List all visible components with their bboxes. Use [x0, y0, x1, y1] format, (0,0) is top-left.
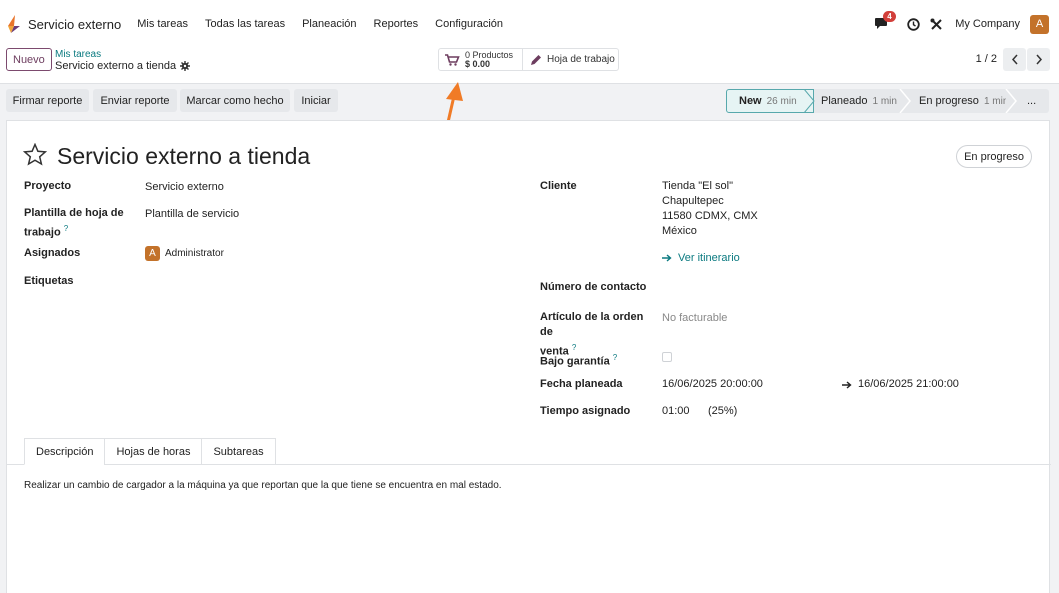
arrow-right-icon — [662, 254, 672, 262]
app-name[interactable]: Servicio externo — [28, 17, 121, 32]
state-badge[interactable]: En progreso — [956, 145, 1032, 168]
planned-date-label: Fecha planeada — [540, 378, 623, 390]
assignee-name: Administrator — [165, 248, 224, 259]
template-value[interactable]: Plantilla de servicio — [145, 207, 239, 222]
menu-planning[interactable]: Planeación — [302, 18, 356, 30]
products-smart-text: 0 Productos $ 0.00 — [465, 50, 513, 69]
clock-icon[interactable] — [907, 17, 920, 31]
new-button[interactable]: Nuevo — [6, 48, 52, 71]
start-button[interactable]: Iniciar — [294, 89, 338, 112]
star-icon[interactable] — [23, 143, 47, 166]
control-panel: Nuevo Mis tareas Servicio externo a tien… — [0, 48, 1059, 84]
assignee-avatar: A — [145, 246, 160, 261]
pencil-icon — [531, 54, 541, 65]
chat-button[interactable]: 4 — [875, 11, 896, 31]
client-label: Cliente — [540, 180, 577, 192]
top-navbar: Servicio externo Mis tareas Todas las ta… — [0, 0, 1059, 48]
template-label-line1: Plantilla de hoja de — [24, 207, 124, 219]
chat-count-badge: 4 — [883, 11, 896, 22]
gear-icon[interactable] — [180, 61, 191, 71]
user-avatar[interactable]: A — [1030, 14, 1049, 34]
sign-report-button[interactable]: Firmar reporte — [6, 89, 89, 112]
tab-subtasks[interactable]: Subtareas — [201, 438, 276, 465]
mark-done-button[interactable]: Marcar como hecho — [180, 89, 290, 112]
template-help-icon[interactable]: ? — [64, 224, 68, 233]
client-address[interactable]: Tienda "El sol" Chapultepec 11580 CDMX, … — [662, 179, 758, 239]
template-label-line2: trabajo — [24, 226, 61, 239]
chevron-right-icon — [1035, 54, 1042, 65]
planned-end-value[interactable]: 16/06/2025 21:00:00 — [858, 377, 959, 392]
assignee-tag[interactable]: A Administrator — [145, 246, 224, 261]
project-label: Proyecto — [24, 180, 72, 192]
breadcrumb-current: Servicio externo a tienda — [55, 60, 191, 72]
assignees-label: Asignados — [24, 247, 81, 259]
action-bar: Firmar reporte Enviar reporte Marcar com… — [0, 84, 1059, 117]
worksheet-label: Hoja de trabajo — [547, 54, 615, 65]
menu-reports[interactable]: Reportes — [374, 18, 419, 30]
allocated-time-value[interactable]: 01:00 — [662, 404, 690, 419]
menu-configuration[interactable]: Configuración — [435, 18, 503, 30]
company-switcher[interactable]: My Company — [955, 18, 1020, 30]
menu-my-tasks[interactable]: Mis tareas — [137, 18, 188, 30]
pager-previous-button[interactable] — [1003, 48, 1026, 71]
so-item-label-line1: Artículo de la orden de — [540, 311, 644, 338]
project-value[interactable]: Servicio externo — [145, 180, 224, 195]
warranty-label: Bajo garantía ? — [540, 350, 617, 370]
pager-value[interactable]: 1 / 2 — [976, 53, 997, 65]
breadcrumb-parent[interactable]: Mis tareas — [55, 49, 101, 60]
client-line-name: Tienda "El sol" — [662, 180, 733, 192]
template-label: Plantilla de hoja de trabajo ? — [24, 206, 134, 241]
tab-timesheets[interactable]: Hojas de horas — [104, 438, 202, 465]
app-logo-icon[interactable] — [6, 15, 22, 33]
breadcrumb-current-label: Servicio externo a tienda — [55, 60, 177, 72]
tools-icon[interactable] — [930, 18, 943, 31]
form-sheet: Servicio externo a tienda En progreso Pr… — [6, 120, 1051, 593]
allocated-time-label: Tiempo asignado — [540, 405, 631, 417]
client-line-country: México — [662, 225, 697, 237]
itinerary-link-label: Ver itinerario — [678, 252, 740, 264]
allocated-time-percent: (25%) — [708, 405, 738, 417]
notebook-tabs: Descripción Hojas de horas Subtareas — [24, 438, 276, 465]
worksheet-smart-button[interactable]: Hoja de trabajo — [522, 48, 619, 71]
warranty-label-text: Bajo garantía — [540, 355, 610, 368]
stage-statusbar: New 26 min Planeado 1 min En progreso 1 … — [726, 89, 1049, 113]
planned-start-value[interactable]: 16/06/2025 20:00:00 — [662, 377, 763, 392]
client-line-street: Chapultepec — [662, 195, 724, 207]
cart-icon — [445, 53, 460, 66]
itinerary-link[interactable]: Ver itinerario — [662, 252, 740, 264]
send-report-button[interactable]: Enviar reporte — [93, 89, 177, 112]
date-range-arrow-icon — [842, 381, 852, 389]
description-text[interactable]: Realizar un cambio de cargador a la máqu… — [24, 480, 502, 491]
products-amount: $ 0.00 — [465, 58, 491, 69]
menu-all-tasks[interactable]: Todas las tareas — [205, 18, 285, 30]
warranty-checkbox[interactable] — [662, 352, 672, 362]
contact-number-label: Número de contacto — [540, 281, 647, 293]
warranty-help-icon[interactable]: ? — [613, 353, 617, 362]
so-item-value[interactable]: No facturable — [662, 311, 727, 326]
client-line-city: 11580 CDMX, CMX — [662, 210, 758, 222]
chevron-left-icon — [1011, 54, 1018, 65]
tags-label: Etiquetas — [24, 275, 74, 287]
products-smart-button[interactable]: 0 Productos $ 0.00 — [438, 48, 523, 71]
pager-next-button[interactable] — [1027, 48, 1050, 71]
tab-description[interactable]: Descripción — [24, 438, 105, 465]
stage-separators — [803, 89, 1017, 113]
record-title[interactable]: Servicio externo a tienda — [57, 143, 310, 170]
